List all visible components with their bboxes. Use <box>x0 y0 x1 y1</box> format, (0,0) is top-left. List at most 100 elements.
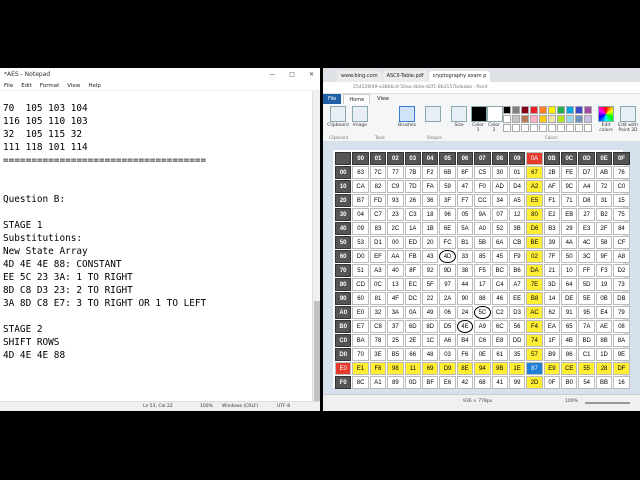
zoom-slider[interactable] <box>585 402 630 404</box>
minimize-icon[interactable]: — <box>269 68 275 81</box>
sbox-cell: B5 <box>387 348 404 361</box>
palette-swatch[interactable] <box>521 115 529 123</box>
sbox-cell: 0D <box>404 376 421 389</box>
palette-swatch[interactable] <box>575 115 583 123</box>
sbox-cell: 8A <box>613 334 630 347</box>
paint3d-button[interactable]: Edit with Paint 3D <box>617 106 639 133</box>
sbox-cell: 3B <box>508 222 526 235</box>
window-title: 254526f49-a38b6c0-50aa-4b0e-82f1-8b3157b… <box>323 82 640 94</box>
palette-swatch[interactable] <box>584 124 592 132</box>
sbox-cell: 51 <box>352 264 369 277</box>
col-header: 0F <box>613 152 630 165</box>
palette-swatch[interactable] <box>521 124 529 132</box>
palette-swatch[interactable] <box>539 115 547 123</box>
palette-swatch[interactable] <box>539 124 547 132</box>
tab-bing[interactable]: www.bing.com <box>337 71 382 82</box>
sbox-cell: B4 <box>456 334 474 347</box>
sbox-cell: 47 <box>456 180 474 193</box>
sbox-cell: 4A <box>561 236 578 249</box>
scrollbar-thumb[interactable] <box>314 301 320 401</box>
sbox-cell: E0 <box>352 306 369 319</box>
shapes-button[interactable] <box>421 106 445 123</box>
sbox-cell: 63 <box>352 166 369 179</box>
menu-format[interactable]: Format <box>40 81 59 90</box>
sbox-cell: 7B <box>404 166 421 179</box>
col-header: 00 <box>352 152 369 165</box>
sbox-cell: CE <box>561 362 578 375</box>
palette-swatch[interactable] <box>557 115 565 123</box>
palette-swatch[interactable] <box>503 115 511 123</box>
sbox-cell: 49 <box>421 306 439 319</box>
palette-swatch[interactable] <box>566 115 574 123</box>
palette-swatch[interactable] <box>575 106 583 114</box>
menu-edit[interactable]: Edit <box>21 81 32 90</box>
sbox-cell: 9D <box>439 264 456 277</box>
color-palette <box>503 106 595 132</box>
palette-swatch[interactable] <box>557 106 565 114</box>
edit-colors-button[interactable]: Edit colors <box>597 106 615 133</box>
palette-swatch[interactable] <box>584 106 592 114</box>
sbox-cell: 82 <box>369 180 387 193</box>
palette-swatch[interactable] <box>503 106 511 114</box>
sbox-cell: 29 <box>561 222 578 235</box>
image-button[interactable]: Image <box>351 106 369 128</box>
palette-swatch[interactable] <box>584 115 592 123</box>
notepad-text-area[interactable]: 70 105 103 104 116 105 110 103 32 105 11… <box>3 102 303 402</box>
palette-swatch[interactable] <box>521 106 529 114</box>
tab-view[interactable]: View <box>372 94 394 104</box>
size-button[interactable]: Size <box>451 106 467 128</box>
palette-swatch[interactable] <box>566 124 574 132</box>
maximize-icon[interactable]: □ <box>289 68 295 81</box>
paint-file-menu[interactable]: File <box>323 94 342 104</box>
sbox-cell: 76 <box>613 166 630 179</box>
tab-cryptography-exam[interactable]: cryptography exam p <box>428 71 491 82</box>
palette-swatch[interactable] <box>512 115 520 123</box>
tab-home[interactable]: Home <box>343 94 371 104</box>
palette-swatch[interactable] <box>503 124 511 132</box>
col-header: 02 <box>387 152 404 165</box>
palette-swatch[interactable] <box>548 124 556 132</box>
color2-button[interactable]: Color 2 <box>487 106 503 133</box>
palette-swatch[interactable] <box>557 124 565 132</box>
sbox-cell: F5 <box>474 264 491 277</box>
palette-swatch[interactable] <box>512 106 520 114</box>
palette-swatch[interactable] <box>512 124 520 132</box>
col-header: 0C <box>561 152 578 165</box>
sbox-cell: 25 <box>387 334 404 347</box>
menu-view[interactable]: View <box>67 81 80 90</box>
sbox-cell: CD <box>352 278 369 291</box>
sbox-cell: 40 <box>387 264 404 277</box>
paint-canvas-area[interactable]: 00 01 02 03 04 05 06 07 08 09 0A 0B 0C 0D 0E 0F 00 63 7C 77… <box>323 142 640 394</box>
palette-swatch[interactable] <box>566 106 574 114</box>
palette-swatch[interactable] <box>530 115 538 123</box>
sbox-cell: BF <box>421 376 439 389</box>
sbox-cell: DE <box>561 292 578 305</box>
tab-ascii-table[interactable]: ASCII-Table.pdf <box>382 71 428 82</box>
palette-swatch[interactable] <box>548 115 556 123</box>
sbox-cell: 0C <box>369 278 387 291</box>
sbox-cell: 0A <box>404 306 421 319</box>
sbox-cell: 06 <box>439 306 456 319</box>
palette-swatch[interactable] <box>548 106 556 114</box>
sbox-cell: 8D <box>421 320 439 333</box>
palette-swatch[interactable] <box>575 124 583 132</box>
palette-swatch[interactable] <box>530 124 538 132</box>
palette-swatch[interactable] <box>530 106 538 114</box>
menu-help[interactable]: Help <box>88 81 101 90</box>
color1-button[interactable]: Color 1 <box>471 106 487 133</box>
palette-swatch[interactable] <box>539 106 547 114</box>
sbox-cell: A5 <box>508 194 526 207</box>
sbox-cell: 48 <box>421 348 439 361</box>
sbox-cell: 65 <box>561 320 578 333</box>
sbox-cell: 95 <box>578 306 595 319</box>
sbox-cell: 8E <box>456 362 474 375</box>
brushes-button[interactable]: Brushes <box>397 106 417 128</box>
notepad-title-bar[interactable]: *AES - Notepad — □ ✕ <box>0 68 320 81</box>
sbox-cell: D8 <box>578 194 595 207</box>
close-icon[interactable]: ✕ <box>309 68 314 81</box>
sbox-cell: 13 <box>387 278 404 291</box>
sbox-cell: F7 <box>456 194 474 207</box>
menu-file[interactable]: File <box>4 81 13 90</box>
notepad-scrollbar[interactable] <box>312 91 320 401</box>
clipboard-button[interactable]: Clipboard <box>327 106 349 128</box>
